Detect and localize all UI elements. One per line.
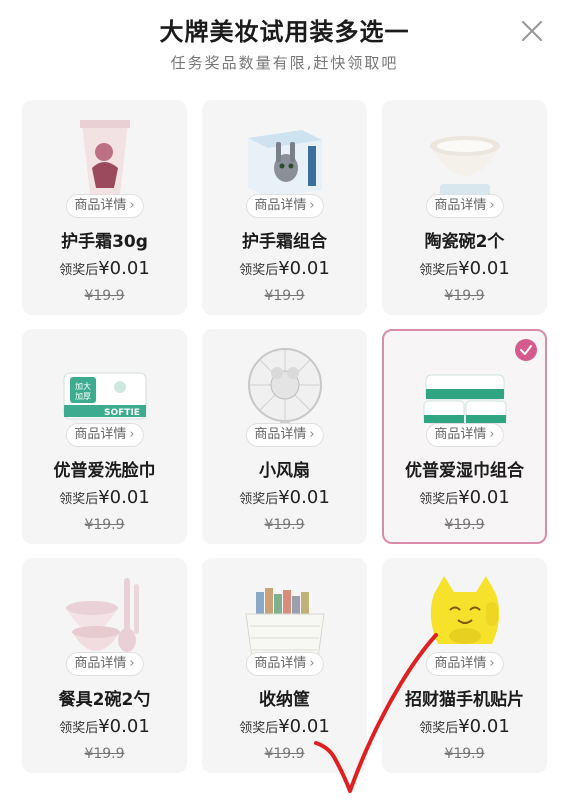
- original-price: ¥19.9: [84, 288, 125, 304]
- page-subtitle: 任务奖品数量有限,赶快领取吧: [170, 54, 399, 72]
- product-name: 护手霜30g: [61, 232, 148, 252]
- original-price: ¥19.9: [444, 746, 485, 762]
- product-card-selected[interactable]: 商品详情 › 优普爱湿巾组合 领奖后¥0.01 ¥19.9: [382, 329, 547, 544]
- ceramic-bowl-icon: [422, 116, 508, 204]
- check-icon: [515, 339, 537, 361]
- product-card[interactable]: 加大 加厚 SOFTIE 商品详情 › 优普爱洗脸巾 领奖后¥0.01 ¥19.9: [22, 329, 187, 544]
- product-detail-button[interactable]: 商品详情 ›: [245, 423, 324, 447]
- chevron-right-icon: ›: [489, 198, 495, 213]
- lucky-cat-sticker-icon: [422, 574, 508, 662]
- chevron-right-icon: ›: [129, 427, 135, 442]
- product-price: 领奖后¥0.01: [59, 716, 150, 737]
- product-detail-button[interactable]: 商品详情 ›: [245, 652, 324, 676]
- product-name: 收纳筐: [259, 690, 310, 710]
- product-card[interactable]: 商品详情 › 餐具2碗2勺 领奖后¥0.01 ¥19.9: [22, 558, 187, 773]
- product-name: 优普爱洗脸巾: [53, 461, 156, 481]
- chevron-right-icon: ›: [489, 656, 495, 671]
- storage-basket-icon: [242, 574, 328, 662]
- product-detail-button[interactable]: 商品详情 ›: [245, 194, 324, 218]
- close-icon[interactable]: [517, 16, 547, 46]
- bowls-and-spoons-icon: [62, 574, 148, 662]
- product-name: 护手霜组合: [242, 232, 327, 252]
- original-price: ¥19.9: [264, 288, 305, 304]
- product-detail-button[interactable]: 商品详情 ›: [425, 423, 504, 447]
- product-detail-button[interactable]: 商品详情 ›: [65, 194, 144, 218]
- product-card[interactable]: 商品详情 › 收纳筐 领奖后¥0.01 ¥19.9: [202, 558, 367, 773]
- product-price: 领奖后¥0.01: [419, 258, 510, 279]
- product-price: 领奖后¥0.01: [239, 487, 330, 508]
- desk-fan-icon: [242, 345, 328, 433]
- product-card[interactable]: 商品详情 › 护手霜30g 领奖后¥0.01 ¥19.9: [22, 100, 187, 315]
- hand-cream-tube-icon: [62, 116, 148, 204]
- product-card[interactable]: 商品详情 › 陶瓷碗2个 领奖后¥0.01 ¥19.9: [382, 100, 547, 315]
- product-name: 小风扇: [259, 461, 310, 481]
- product-name: 优普爱湿巾组合: [405, 461, 524, 481]
- product-price: 领奖后¥0.01: [239, 716, 330, 737]
- product-card[interactable]: 商品详情 › 小风扇 领奖后¥0.01 ¥19.9: [202, 329, 367, 544]
- wet-wipes-set-icon: [422, 345, 508, 433]
- pack-text: 加厚: [75, 391, 91, 401]
- product-price: 领奖后¥0.01: [419, 716, 510, 737]
- chevron-right-icon: ›: [309, 656, 315, 671]
- header: 大牌美妆试用装多选一 任务奖品数量有限,赶快领取吧: [0, 0, 569, 90]
- product-detail-button[interactable]: 商品详情 ›: [425, 652, 504, 676]
- chevron-right-icon: ›: [129, 656, 135, 671]
- chevron-right-icon: ›: [309, 427, 315, 442]
- product-card[interactable]: 商品详情 › 护手霜组合 领奖后¥0.01 ¥19.9: [202, 100, 367, 315]
- original-price: ¥19.9: [444, 517, 485, 533]
- product-name: 陶瓷碗2个: [424, 232, 505, 252]
- product-card[interactable]: 商品详情 › 招财猫手机贴片 领奖后¥0.01 ¥19.9: [382, 558, 547, 773]
- product-price: 领奖后¥0.01: [59, 258, 150, 279]
- hand-cream-gift-box-icon: [242, 116, 328, 204]
- chevron-right-icon: ›: [489, 427, 495, 442]
- product-detail-button[interactable]: 商品详情 ›: [425, 194, 504, 218]
- chevron-right-icon: ›: [129, 198, 135, 213]
- original-price: ¥19.9: [84, 746, 125, 762]
- product-name: 餐具2碗2勺: [58, 690, 151, 710]
- product-price: 领奖后¥0.01: [419, 487, 510, 508]
- product-name: 招财猫手机贴片: [405, 690, 524, 710]
- pack-text: 加大: [75, 381, 91, 391]
- product-grid: 商品详情 › 护手霜30g 领奖后¥0.01 ¥19.9 商品详情 › 护手霜组合 …: [22, 100, 547, 773]
- original-price: ¥19.9: [444, 288, 485, 304]
- pack-text: SOFTIE: [104, 408, 140, 418]
- product-detail-button[interactable]: 商品详情 ›: [65, 423, 144, 447]
- original-price: ¥19.9: [84, 517, 125, 533]
- chevron-right-icon: ›: [309, 198, 315, 213]
- original-price: ¥19.9: [264, 517, 305, 533]
- product-price: 领奖后¥0.01: [239, 258, 330, 279]
- page-title: 大牌美妆试用装多选一: [159, 18, 410, 46]
- product-price: 领奖后¥0.01: [59, 487, 150, 508]
- original-price: ¥19.9: [264, 746, 305, 762]
- face-towel-pack-icon: 加大 加厚 SOFTIE: [62, 345, 148, 433]
- product-detail-button[interactable]: 商品详情 ›: [65, 652, 144, 676]
